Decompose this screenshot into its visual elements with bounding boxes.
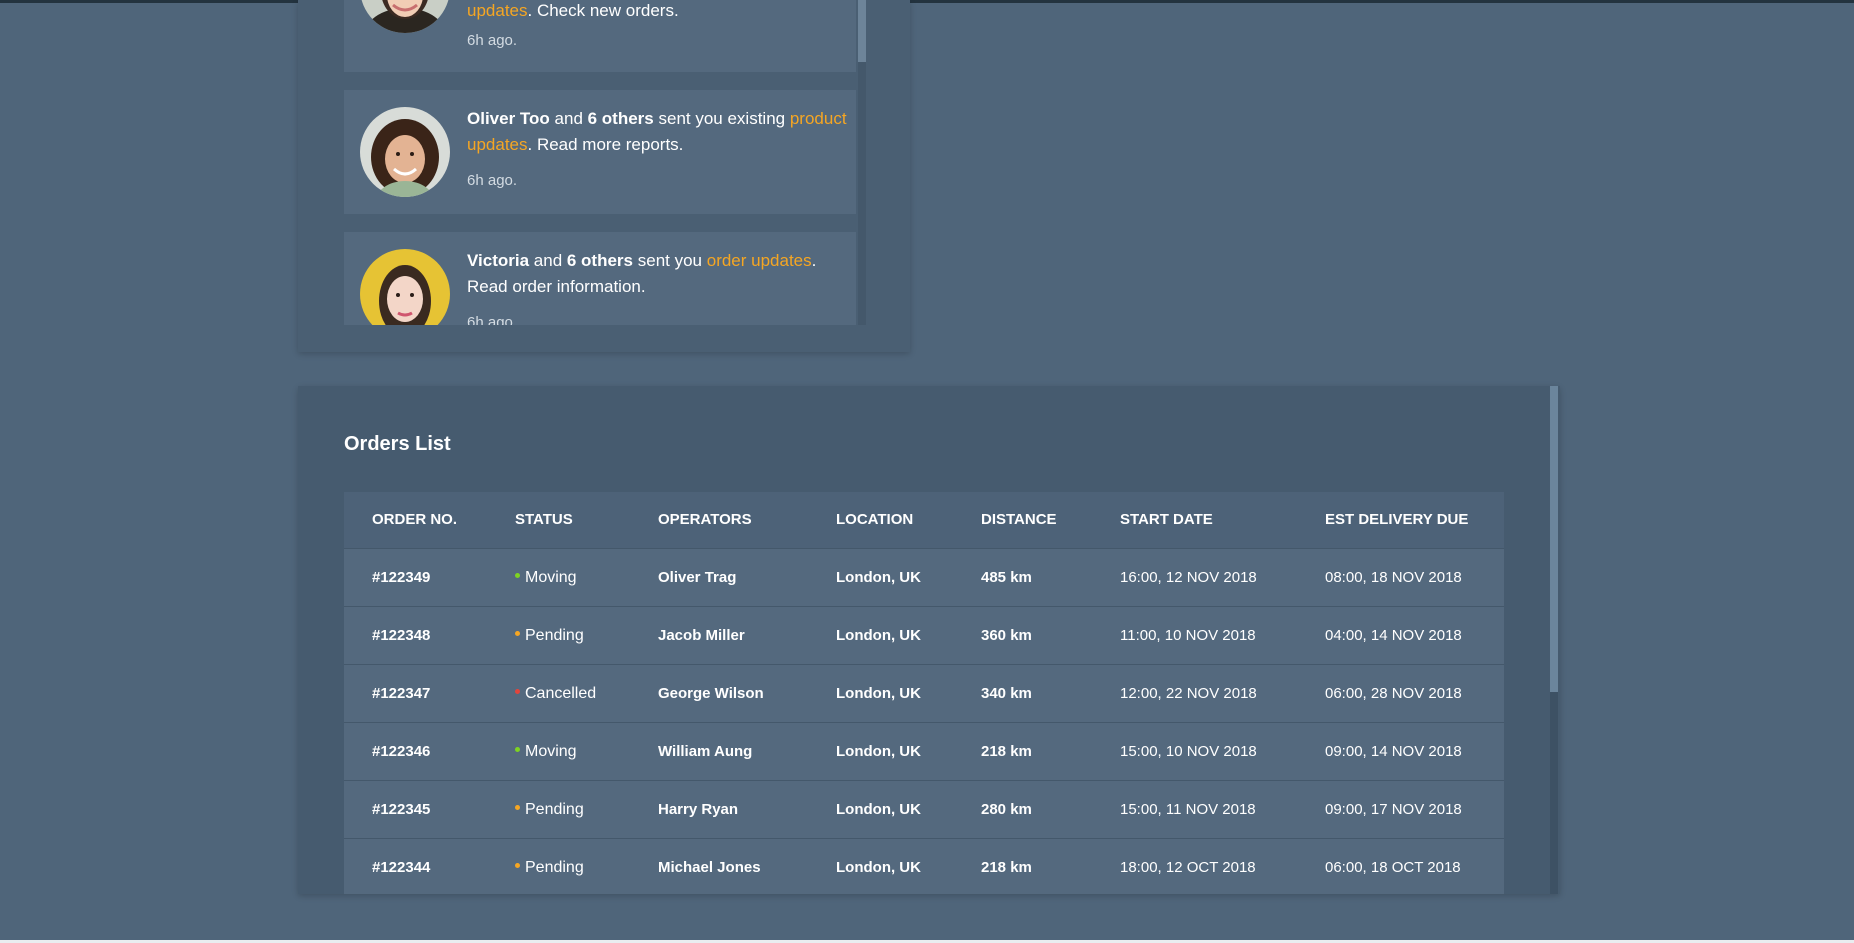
table-row[interactable]: #122349 Moving Oliver Trag London, UK 485 km… bbox=[344, 548, 1504, 606]
start-date: 15:00, 11 NOV 2018 bbox=[1120, 801, 1256, 818]
distance: 218 km bbox=[981, 743, 1032, 760]
distance: 218 km bbox=[981, 859, 1032, 876]
sender-name: Oliver Too bbox=[467, 109, 550, 128]
woman-avatar-2-icon bbox=[360, 107, 450, 197]
notification-text: Victoria and 6 others sent you order upd… bbox=[467, 251, 817, 296]
order-updates-link[interactable]: order updates bbox=[707, 251, 812, 270]
start-date: 15:00, 10 NOV 2018 bbox=[1120, 743, 1257, 760]
notification-item[interactable]: updates. Check new orders. 6h ago. bbox=[344, 0, 856, 72]
est-delivery-due: 04:00, 14 NOV 2018 bbox=[1325, 627, 1462, 644]
table-body: #122349 Moving Oliver Trag London, UK 485 km… bbox=[344, 548, 1504, 894]
est-delivery-due: 09:00, 17 NOV 2018 bbox=[1325, 801, 1462, 818]
notification-link[interactable]: updates bbox=[467, 1, 528, 20]
notifications-card: updates. Check new orders. 6h ago. Olive… bbox=[298, 0, 910, 352]
est-delivery-due: 09:00, 14 NOV 2018 bbox=[1325, 743, 1462, 760]
column-header-status[interactable]: STATUS bbox=[515, 492, 573, 548]
table-row[interactable]: #122344 Pending Michael Jones London, UK 218… bbox=[344, 838, 1504, 894]
top-border bbox=[0, 0, 1854, 3]
location: London, UK bbox=[836, 743, 921, 760]
status-badge: Cancelled bbox=[515, 665, 596, 722]
status-dot-icon bbox=[515, 747, 520, 753]
column-header-start-date[interactable]: START DATE bbox=[1120, 492, 1213, 548]
orders-title: Orders List bbox=[344, 433, 451, 455]
notifications-list[interactable]: updates. Check new orders. 6h ago. Olive… bbox=[344, 0, 866, 325]
status-dot-icon bbox=[515, 863, 520, 869]
column-header-location[interactable]: LOCATION bbox=[836, 492, 913, 548]
orders-scrollbar-thumb[interactable] bbox=[1550, 386, 1558, 692]
order-number: #122346 bbox=[372, 743, 431, 760]
operator-name: Michael Jones bbox=[658, 859, 761, 876]
status-label: Pending bbox=[525, 859, 584, 876]
status-badge: Pending bbox=[515, 839, 584, 894]
table-row[interactable]: #122346 Moving William Aung London, UK 218 k… bbox=[344, 722, 1504, 780]
column-header-distance[interactable]: DISTANCE bbox=[981, 492, 1057, 548]
start-date: 12:00, 22 NOV 2018 bbox=[1120, 685, 1257, 702]
others-count: 6 others bbox=[587, 109, 654, 128]
woman-avatar-1-icon bbox=[360, 0, 450, 33]
status-label: Cancelled bbox=[525, 685, 597, 702]
start-date: 11:00, 10 NOV 2018 bbox=[1120, 627, 1256, 644]
notification-text: Oliver Too and 6 others sent you existin… bbox=[467, 109, 847, 154]
table-row[interactable]: #122345 Pending Harry Ryan London, UK 280 km… bbox=[344, 780, 1504, 838]
table-row[interactable]: #122348 Pending Jacob Miller London, UK 360 … bbox=[344, 606, 1504, 664]
notification-time: 6h ago. bbox=[467, 32, 518, 49]
notifications-scrollbar-thumb[interactable] bbox=[858, 0, 866, 62]
sender-name: Victoria bbox=[467, 251, 530, 270]
table-row[interactable]: #122347 Cancelled George Wilson London, UK 3… bbox=[344, 664, 1504, 722]
updates-link[interactable]: updates bbox=[467, 135, 528, 154]
status-label: Moving bbox=[525, 569, 577, 586]
distance: 360 km bbox=[981, 627, 1032, 644]
column-header-operators[interactable]: OPERATORS bbox=[658, 492, 752, 548]
notification-time: 6h ago. bbox=[467, 172, 518, 189]
location: London, UK bbox=[836, 569, 921, 586]
distance: 485 km bbox=[981, 569, 1032, 586]
notification-item[interactable]: Oliver Too and 6 others sent you existin… bbox=[344, 90, 856, 214]
status-badge: Moving bbox=[515, 549, 577, 606]
order-number: #122348 bbox=[372, 627, 431, 644]
orders-card: Orders List ORDER NO. STATUS OPERATORS L… bbox=[298, 386, 1560, 894]
orders-table: ORDER NO. STATUS OPERATORS LOCATION DIST… bbox=[344, 492, 1504, 894]
status-label: Pending bbox=[525, 801, 584, 818]
others-count: 6 others bbox=[566, 251, 634, 270]
est-delivery-due: 06:00, 18 OCT 2018 bbox=[1325, 859, 1461, 876]
distance: 340 km bbox=[981, 685, 1032, 702]
operator-name: George Wilson bbox=[658, 685, 764, 702]
order-number: #122347 bbox=[372, 685, 431, 702]
notification-text: . Check new orders. bbox=[527, 1, 679, 20]
operator-name: Oliver Trag bbox=[658, 569, 737, 586]
status-badge: Pending bbox=[515, 781, 584, 838]
column-header-order-no[interactable]: ORDER NO. bbox=[372, 492, 457, 548]
product-link[interactable]: product bbox=[790, 109, 847, 128]
status-label: Pending bbox=[525, 627, 584, 644]
table-header: ORDER NO. STATUS OPERATORS LOCATION DIST… bbox=[344, 492, 1504, 548]
location: London, UK bbox=[836, 859, 921, 876]
order-number: #122349 bbox=[372, 569, 431, 586]
location: London, UK bbox=[836, 627, 921, 644]
est-delivery-due: 06:00, 28 NOV 2018 bbox=[1325, 685, 1462, 702]
status-label: Moving bbox=[525, 743, 577, 760]
est-delivery-due: 08:00, 18 NOV 2018 bbox=[1325, 569, 1462, 586]
operator-name: William Aung bbox=[658, 743, 753, 760]
notification-time: 6h ago. bbox=[467, 314, 518, 325]
order-number: #122345 bbox=[372, 801, 431, 818]
status-dot-icon bbox=[515, 573, 520, 579]
location: London, UK bbox=[836, 685, 921, 702]
start-date: 18:00, 12 OCT 2018 bbox=[1120, 859, 1256, 876]
status-dot-icon bbox=[515, 689, 520, 695]
woman-avatar-3-icon bbox=[360, 249, 450, 325]
column-header-est-delivery-due[interactable]: EST DELIVERY DUE bbox=[1325, 492, 1468, 548]
status-badge: Moving bbox=[515, 723, 577, 780]
notification-item[interactable]: Victoria and 6 others sent you order upd… bbox=[344, 232, 856, 325]
status-badge: Pending bbox=[515, 607, 584, 664]
distance: 280 km bbox=[981, 801, 1032, 818]
status-dot-icon bbox=[515, 631, 520, 637]
operator-name: Jacob Miller bbox=[658, 627, 745, 644]
operator-name: Harry Ryan bbox=[658, 801, 739, 818]
status-dot-icon bbox=[515, 805, 520, 811]
location: London, UK bbox=[836, 801, 921, 818]
start-date: 16:00, 12 NOV 2018 bbox=[1120, 569, 1257, 586]
order-number: #122344 bbox=[372, 859, 431, 876]
